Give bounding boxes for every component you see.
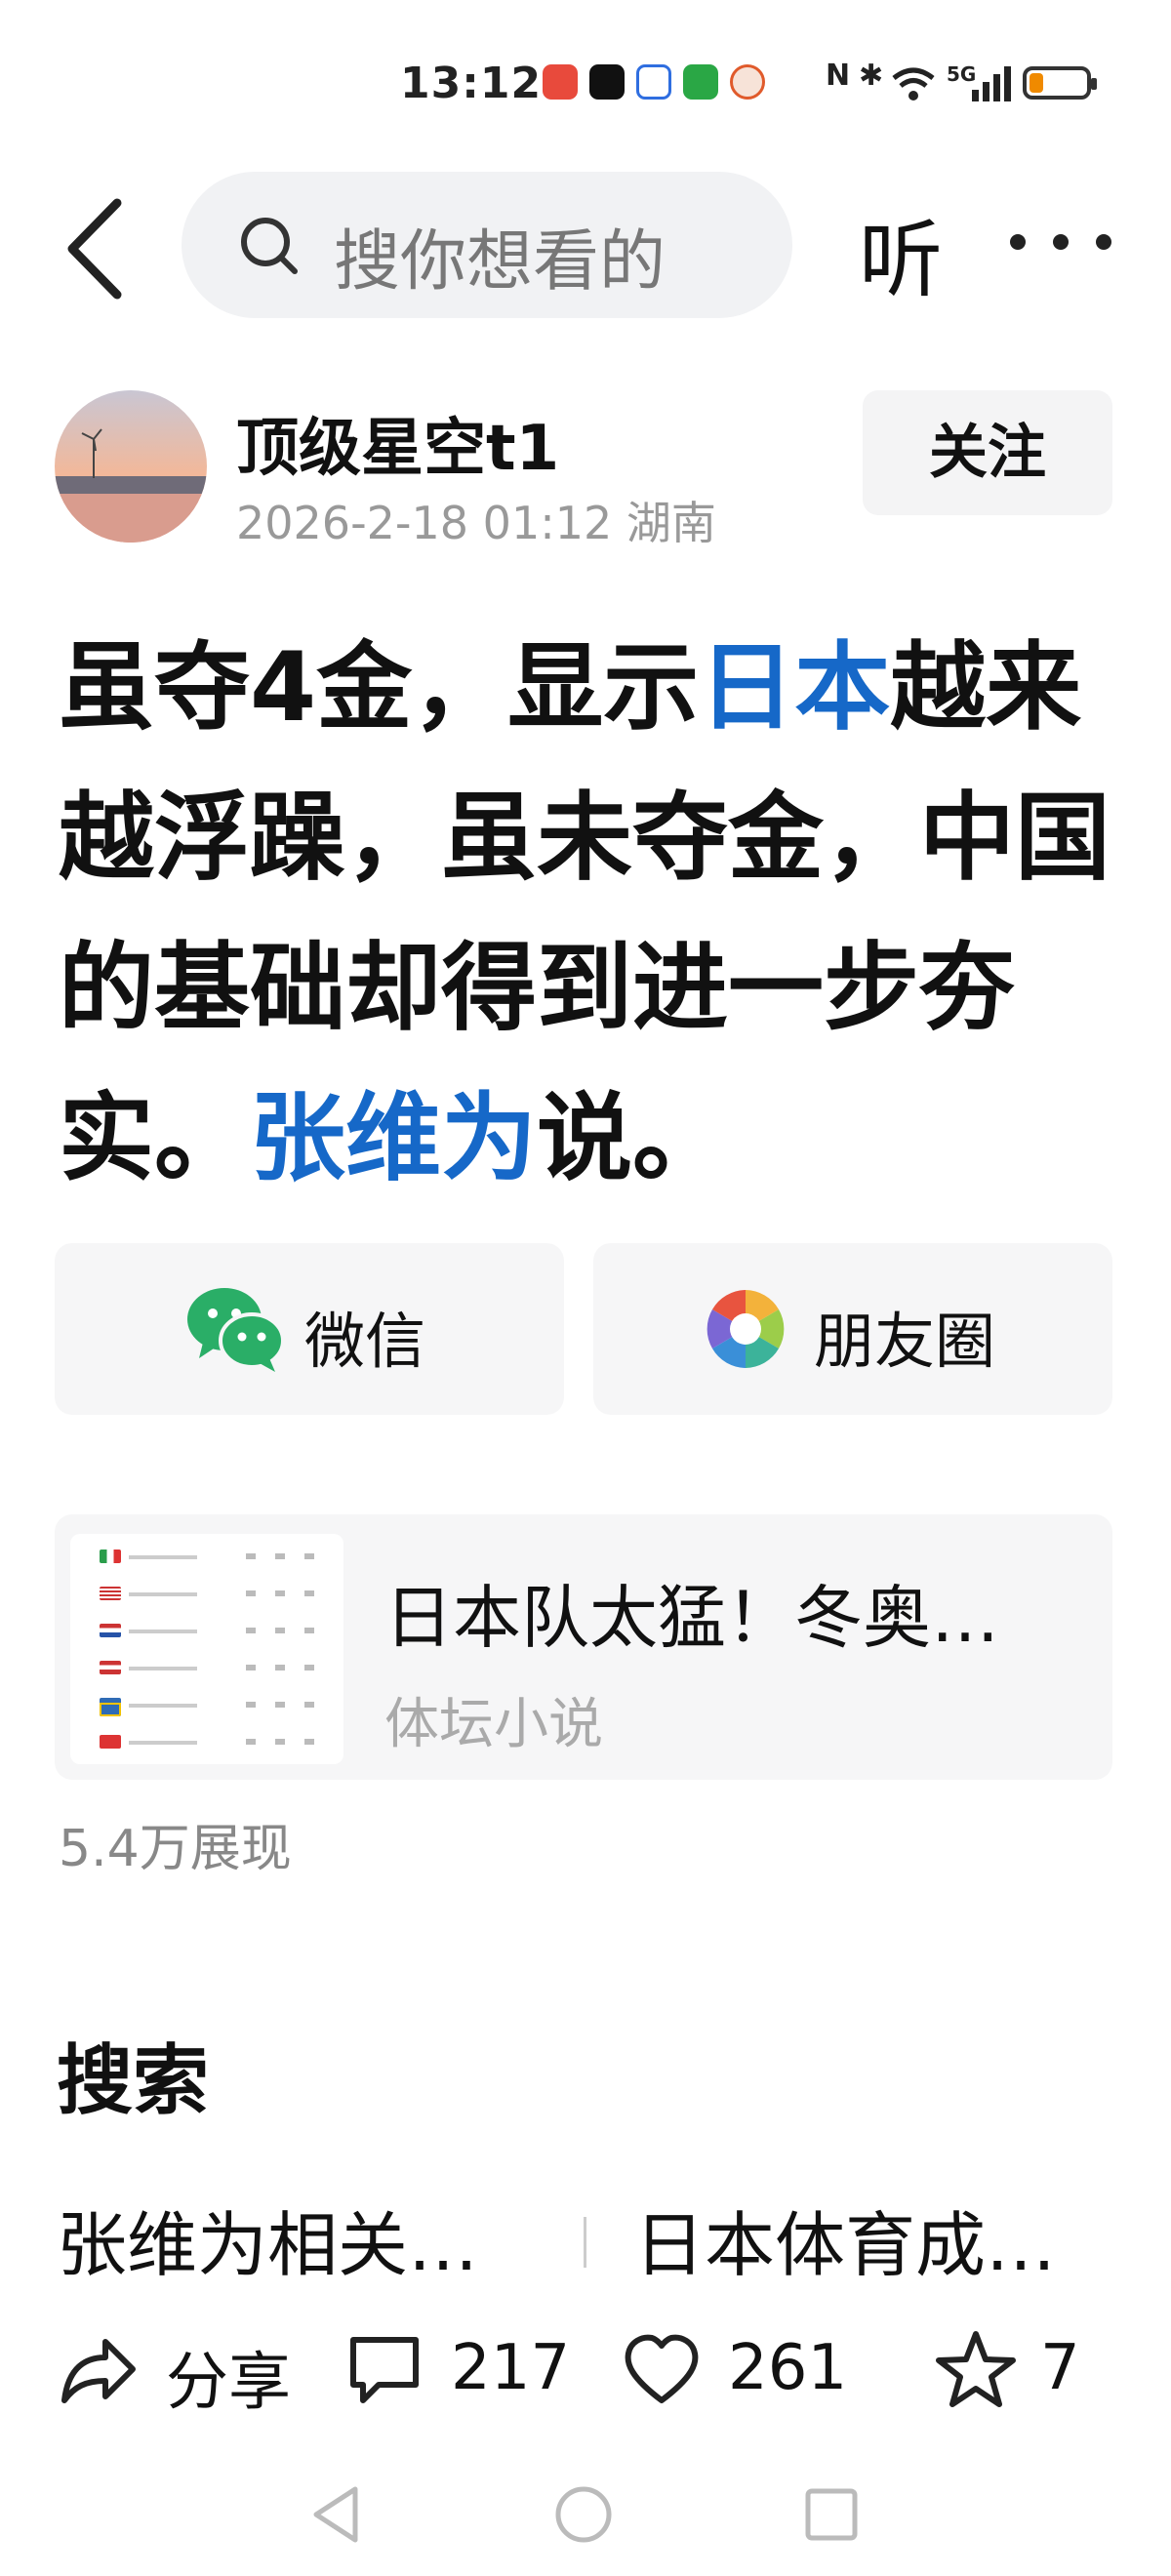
search-icon <box>241 218 298 274</box>
share-wechat-button[interactable]: 微信 <box>55 1243 564 1415</box>
search-suggestion[interactable]: 日本体育成… <box>634 2188 1056 2290</box>
news-app-icon <box>730 64 765 100</box>
search-placeholder: 搜你想看的 <box>334 223 666 301</box>
moments-label: 朋友圈 <box>814 1306 996 1377</box>
back-arrow-icon[interactable] <box>61 195 129 302</box>
share-label: 分享 <box>166 2347 291 2419</box>
nav-recents-icon[interactable] <box>802 2483 861 2546</box>
title-part: 虽夺4金，显示 <box>59 632 700 744</box>
nfc-icon: N <box>826 59 851 93</box>
post-date: 2026-2-18 01:12 <box>236 497 613 549</box>
favorite-count: 7 <box>1040 2332 1080 2404</box>
nav-home-icon[interactable] <box>552 2483 615 2546</box>
moments-icon <box>707 1290 785 1368</box>
divider <box>584 2217 586 2268</box>
view-count: 5.4万展现 <box>59 1820 292 1878</box>
like-button[interactable]: 261 <box>621 2314 855 2432</box>
wechat-label: 微信 <box>304 1306 426 1377</box>
listen-button[interactable]: 听 <box>859 191 943 313</box>
article-title: 虽夺4金，显示日本越来越浮躁，虽未夺金，中国的基础却得到进一步夯实。张维为说。 <box>59 613 1122 1214</box>
related-article-card[interactable]: 日本队太猛！冬奥… 体坛小说 <box>55 1514 1112 1780</box>
notification-app-icon <box>543 64 578 100</box>
battery-icon <box>1023 66 1097 100</box>
author-name[interactable]: 顶级星空t1 <box>236 398 559 488</box>
avatar[interactable] <box>55 390 207 543</box>
share-icon <box>61 2339 136 2403</box>
post-location: 湖南 <box>626 497 716 549</box>
nav-back-icon[interactable] <box>308 2483 363 2546</box>
tiktok-icon <box>589 64 625 100</box>
search-suggestion[interactable]: 张维为相关… <box>57 2188 478 2290</box>
favorite-button[interactable]: 7 <box>935 2314 1110 2432</box>
baidu-icon <box>636 64 671 100</box>
title-keyword-zhangweiwei[interactable]: 张维为 <box>250 1083 537 1194</box>
share-moments-button[interactable]: 朋友圈 <box>593 1243 1112 1415</box>
like-count: 261 <box>728 2332 848 2404</box>
wechat-icon <box>187 1288 285 1372</box>
related-thumbnail <box>70 1534 343 1764</box>
avatar-image <box>55 390 207 543</box>
title-part: 说。 <box>537 1083 729 1194</box>
more-options-icon[interactable] <box>1010 234 1117 254</box>
comment-button[interactable]: 217 <box>345 2314 580 2432</box>
share-button[interactable]: 分享 <box>57 2314 310 2432</box>
search-section-heading: 搜索 <box>57 2037 210 2125</box>
status-bar: 13:12 N ✱ 5G <box>0 0 1171 166</box>
comment-icon <box>350 2337 419 2403</box>
title-keyword-japan[interactable]: 日本 <box>699 632 890 744</box>
follow-button[interactable]: 关注 <box>863 390 1112 515</box>
search-bar[interactable]: 搜你想看的 <box>182 172 792 318</box>
bluetooth-icon: ✱ <box>859 59 884 93</box>
health-app-icon <box>683 64 718 100</box>
status-time: 13:12 <box>400 59 543 108</box>
related-title: 日本队太猛！冬奥… <box>384 1578 999 1658</box>
related-source: 体坛小说 <box>384 1693 603 1756</box>
star-icon <box>936 2331 1016 2407</box>
wifi-icon <box>892 67 935 101</box>
signal-icon <box>972 66 1011 101</box>
comment-count: 217 <box>451 2332 571 2404</box>
post-meta: 2026-2-18 01:12 湖南 <box>236 488 716 552</box>
heart-icon <box>625 2334 699 2403</box>
